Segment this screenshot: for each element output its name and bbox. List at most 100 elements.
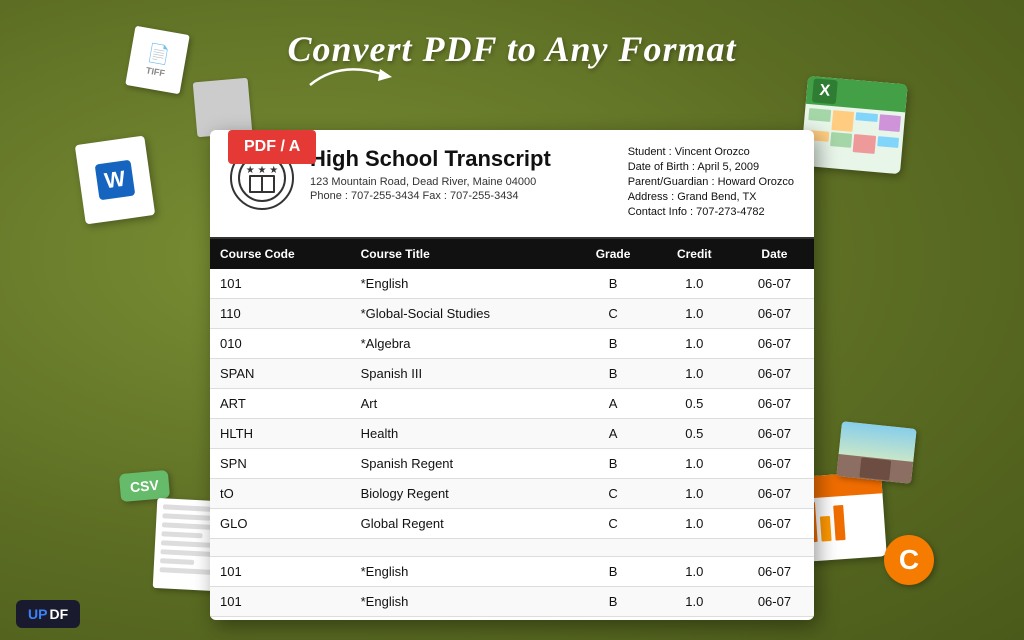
cell-credit: 0.5 [654, 389, 735, 419]
cell-date: 06-07 [735, 419, 814, 449]
cell-grade: B [572, 359, 653, 389]
cell-date: 06-07 [735, 479, 814, 509]
cell-title: Health [351, 419, 573, 449]
cell-date: 06-07 [735, 299, 814, 329]
updf-df: DF [49, 606, 68, 622]
col-date: Date [735, 239, 814, 269]
cell-date: 06-07 [735, 587, 814, 617]
table-row: HLTH Health A 0.5 06-07 [210, 419, 814, 449]
transcript-card: ★ ★ ★ High School Transcript 123 Mountai… [210, 130, 814, 620]
cell-grade: B [572, 557, 653, 587]
student-address: Address : Grand Bend, TX [628, 191, 794, 203]
svg-text:★ ★ ★: ★ ★ ★ [246, 165, 278, 176]
table-body: 101 *English B 1.0 06-07 110 *Global-Soc… [210, 269, 814, 617]
pdf-a-badge: PDF / A [228, 130, 316, 164]
cell-code: HLTH [210, 419, 351, 449]
cell-credit: 1.0 [654, 509, 735, 539]
cell-code: 110 [210, 299, 351, 329]
table-row [210, 539, 814, 557]
cell-grade: B [572, 329, 653, 359]
cell-title: Spanish III [351, 359, 573, 389]
table-row: 101 *English B 1.0 06-07 [210, 269, 814, 299]
cell-title: Art [351, 389, 573, 419]
cell-code: SPN [210, 449, 351, 479]
excel-doc-icon: X [800, 76, 907, 174]
cell-grade: B [572, 269, 653, 299]
cell-credit: 1.0 [654, 359, 735, 389]
school-info: High School Transcript 123 Mountain Road… [310, 146, 612, 202]
student-name: Student : Vincent Orozco [628, 146, 794, 158]
c-badge-icon: C [884, 535, 934, 585]
col-code: Course Code [210, 239, 351, 269]
cell-title: *English [351, 557, 573, 587]
table-row: 101 *English B 1.0 06-07 [210, 557, 814, 587]
cell-title: Spanish Regent [351, 449, 573, 479]
cell-date: 06-07 [735, 557, 814, 587]
cell-code: 101 [210, 557, 351, 587]
cell-code: ART [210, 389, 351, 419]
cell-title: *Global-Social Studies [351, 299, 573, 329]
cell-credit: 1.0 [654, 587, 735, 617]
tiff-doc-icon: 📄 TIFF [125, 26, 190, 95]
cell-credit: 0.5 [654, 419, 735, 449]
updf-up: UP [28, 606, 47, 622]
cell-grade: B [572, 587, 653, 617]
cell-grade: A [572, 419, 653, 449]
word-badge: W [95, 160, 136, 201]
cell-title: Biology Regent [351, 479, 573, 509]
excel-badge: X [812, 78, 838, 104]
cell-code: SPAN [210, 359, 351, 389]
cell-date: 06-07 [735, 359, 814, 389]
table-row: 101 *English B 1.0 06-07 [210, 587, 814, 617]
table-header: Course Code Course Title Grade Credit Da… [210, 239, 814, 269]
cell-date: 06-07 [735, 269, 814, 299]
cell-grade: B [572, 449, 653, 479]
cell-credit: 1.0 [654, 329, 735, 359]
col-title: Course Title [351, 239, 573, 269]
school-phone: Phone : 707-255-3434 Fax : 707-255-3434 [310, 190, 612, 202]
word-doc-icon: W [75, 136, 155, 225]
cell-grade: A [572, 389, 653, 419]
arrow-icon [300, 55, 400, 95]
col-grade: Grade [572, 239, 653, 269]
student-contact: Contact Info : 707-273-4782 [628, 206, 794, 218]
cell-code: 101 [210, 587, 351, 617]
cell-date: 06-07 [735, 329, 814, 359]
updf-logo: UPDF [16, 600, 80, 628]
cell-code: 101 [210, 269, 351, 299]
student-dob: Date of Birth : April 5, 2009 [628, 161, 794, 173]
photo-icon [836, 421, 916, 484]
cell-title: *English [351, 587, 573, 617]
cell-credit: 1.0 [654, 557, 735, 587]
cell-grade: C [572, 509, 653, 539]
cell-grade: C [572, 299, 653, 329]
cell-date: 06-07 [735, 449, 814, 479]
col-credit: Credit [654, 239, 735, 269]
cell-code: tO [210, 479, 351, 509]
cell-credit: 1.0 [654, 479, 735, 509]
cell-credit: 1.0 [654, 269, 735, 299]
cell-credit: 1.0 [654, 449, 735, 479]
cell-date: 06-07 [735, 509, 814, 539]
cell-title: Global Regent [351, 509, 573, 539]
gray-square-icon [193, 78, 253, 138]
student-info: Student : Vincent Orozco Date of Birth :… [628, 146, 794, 221]
table-row: 010 *Algebra B 1.0 06-07 [210, 329, 814, 359]
table-row: SPAN Spanish III B 1.0 06-07 [210, 359, 814, 389]
cell-code: GLO [210, 509, 351, 539]
school-name: High School Transcript [310, 146, 612, 172]
cell-code: 010 [210, 329, 351, 359]
table-row: GLO Global Regent C 1.0 06-07 [210, 509, 814, 539]
table-row: SPN Spanish Regent B 1.0 06-07 [210, 449, 814, 479]
transcript-table: Course Code Course Title Grade Credit Da… [210, 239, 814, 617]
cell-grade: C [572, 479, 653, 509]
cell-title: *Algebra [351, 329, 573, 359]
cell-title: *English [351, 269, 573, 299]
school-address: 123 Mountain Road, Dead River, Maine 040… [310, 176, 612, 188]
excel-grid [801, 104, 905, 161]
table-row: ART Art A 0.5 06-07 [210, 389, 814, 419]
table-row: 110 *Global-Social Studies C 1.0 06-07 [210, 299, 814, 329]
cell-credit: 1.0 [654, 299, 735, 329]
cell-date: 06-07 [735, 389, 814, 419]
table-row: tO Biology Regent C 1.0 06-07 [210, 479, 814, 509]
